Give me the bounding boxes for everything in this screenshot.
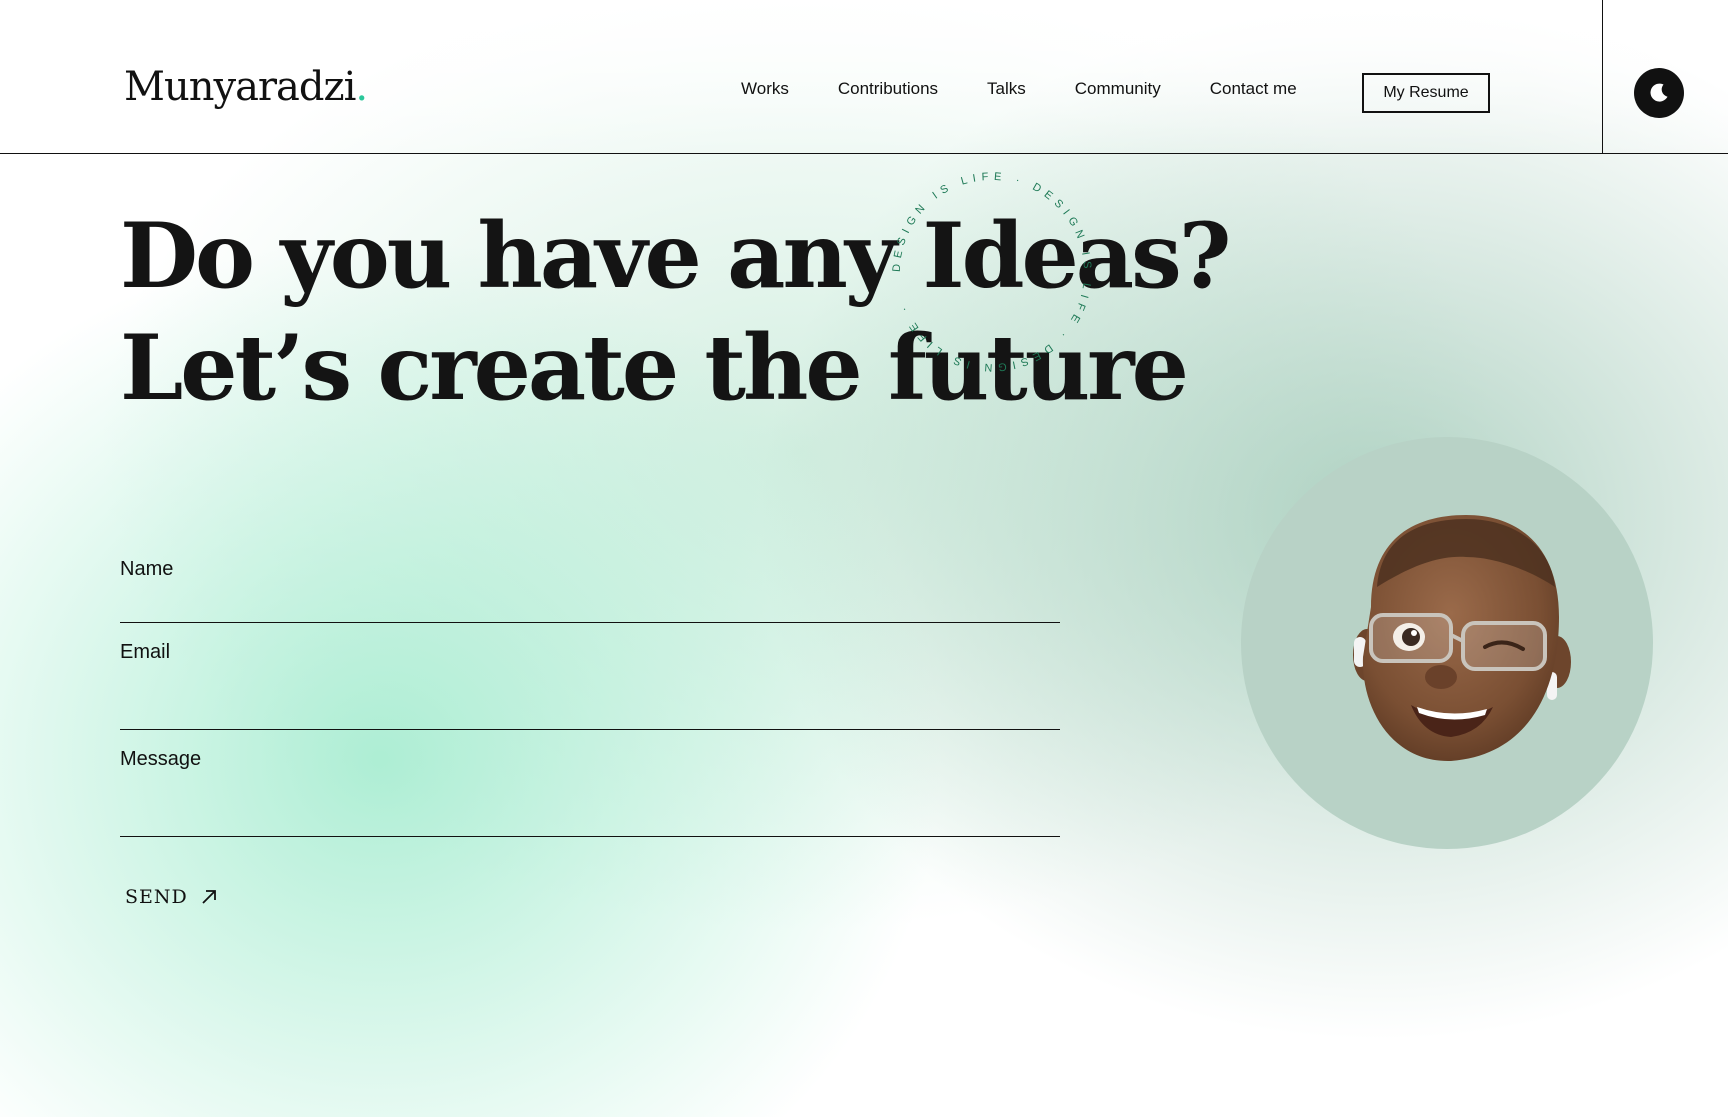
brand-name: Munyaradzi — [124, 64, 356, 110]
nav-link-contact[interactable]: Contact me — [1210, 79, 1297, 99]
email-field-group: Email — [120, 623, 1060, 730]
site-header: Munyaradzi. Works Contributions Talks Co… — [0, 0, 1728, 154]
badge-text-path: DESIGN IS LIFE · DESIGN IS LIFE · DESIGN… — [891, 171, 1088, 373]
contact-section: Do you have any Ideas? Let’s create the … — [0, 0, 1728, 1117]
send-button[interactable]: SEND — [125, 886, 218, 908]
moon-icon — [1650, 83, 1668, 102]
message-field-group: Message — [120, 730, 1060, 837]
nav-link-works[interactable]: Works — [741, 79, 789, 99]
name-input[interactable] — [120, 582, 1060, 616]
contact-form: Name Email Message — [120, 540, 1060, 837]
email-input[interactable] — [120, 689, 1060, 723]
name-label: Name — [120, 558, 174, 580]
avatar — [1241, 437, 1653, 849]
nav-link-community[interactable]: Community — [1075, 79, 1161, 99]
nav-link-talks[interactable]: Talks — [987, 79, 1026, 99]
arrow-up-right-icon — [202, 890, 216, 904]
send-label: SEND — [125, 886, 188, 908]
email-label: Email — [120, 641, 171, 663]
brand-dot: . — [355, 64, 368, 110]
main-nav: Works Contributions Talks Community Cont… — [741, 79, 1346, 99]
brand-logo[interactable]: Munyaradzi. — [124, 64, 368, 110]
name-field-group: Name — [120, 540, 1060, 623]
nav-link-contributions[interactable]: Contributions — [838, 79, 938, 99]
header-divider — [1602, 0, 1603, 154]
rotating-badge: DESIGN IS LIFE · DESIGN IS LIFE · DESIGN… — [891, 171, 1093, 373]
resume-button[interactable]: My Resume — [1362, 73, 1490, 113]
message-input[interactable] — [120, 796, 1060, 830]
memoji-avatar — [1353, 515, 1571, 762]
theme-toggle-button[interactable] — [1634, 68, 1684, 118]
message-label: Message — [120, 748, 202, 770]
badge-text: DESIGN IS LIFE · DESIGN IS LIFE · DESIGN… — [891, 171, 1093, 373]
